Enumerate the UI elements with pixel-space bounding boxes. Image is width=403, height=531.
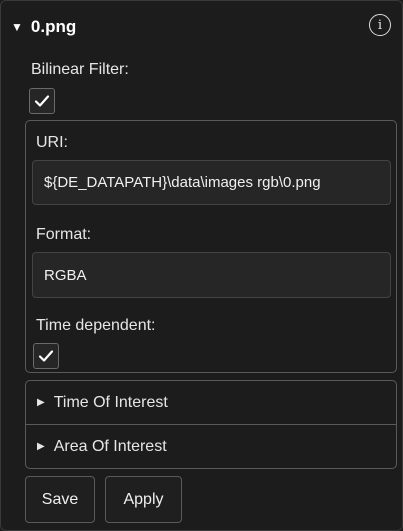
caret-down-icon[interactable]: ▼ <box>11 20 23 34</box>
format-field[interactable]: RGBA <box>32 252 391 298</box>
apply-button[interactable]: Apply <box>105 476 182 523</box>
checkmark-icon <box>38 350 54 362</box>
caret-right-icon: ▶ <box>37 397 45 408</box>
checkmark-icon <box>34 95 50 107</box>
info-icon[interactable]: i <box>369 14 391 36</box>
uri-label: URI: <box>36 134 68 151</box>
panel-title: 0.png <box>30 17 77 36</box>
format-label: Format: <box>36 226 92 243</box>
time-of-interest-label: Time Of Interest <box>53 393 168 411</box>
bilinear-filter-label: Bilinear Filter: <box>31 61 129 78</box>
time-of-interest-section[interactable]: ▶ Time Of Interest <box>25 380 397 425</box>
image-properties-group: URI: ${DE_DATAPATH}\data\images rgb\0.pn… <box>25 120 397 373</box>
image-source-panel: ▼ 0.png i Bilinear Filter: URI: ${DE_DAT… <box>0 0 403 531</box>
time-dependent-label: Time dependent: <box>36 317 156 334</box>
area-of-interest-label: Area Of Interest <box>53 437 167 455</box>
bilinear-filter-checkbox[interactable] <box>29 88 55 114</box>
save-button[interactable]: Save <box>25 476 95 523</box>
uri-field[interactable]: ${DE_DATAPATH}\data\images rgb\0.png <box>32 160 391 205</box>
time-dependent-checkbox[interactable] <box>33 343 59 369</box>
caret-right-icon: ▶ <box>37 441 45 452</box>
panel-header[interactable]: ▼ 0.png <box>11 13 76 41</box>
info-glyph: i <box>377 17 383 33</box>
area-of-interest-section[interactable]: ▶ Area Of Interest <box>25 424 397 469</box>
